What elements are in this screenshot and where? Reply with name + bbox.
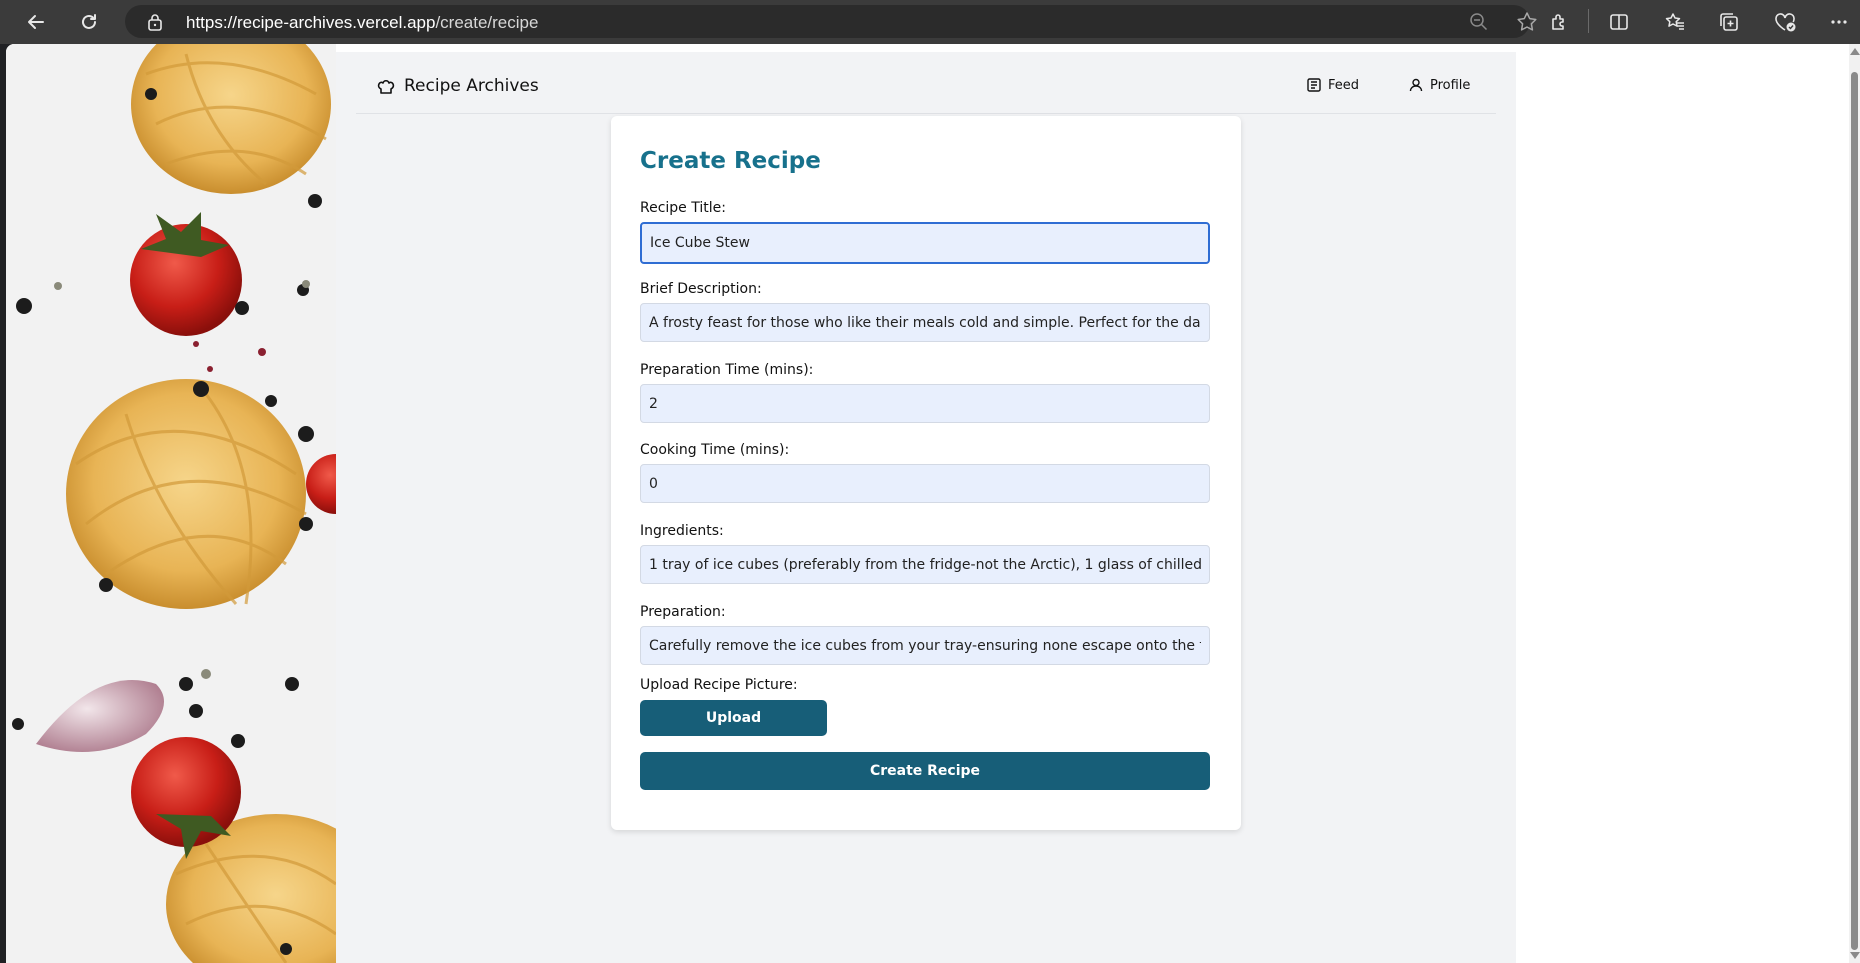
extensions-icon[interactable] bbox=[1543, 6, 1575, 38]
create-recipe-form: Create Recipe Recipe Title: Brief Descri… bbox=[611, 116, 1241, 830]
cook-time-input[interactable] bbox=[640, 464, 1210, 503]
upload-button[interactable]: Upload bbox=[640, 700, 827, 736]
lock-icon[interactable] bbox=[147, 13, 163, 36]
nav-profile-label: Profile bbox=[1430, 77, 1471, 93]
brand-link[interactable]: Recipe Archives bbox=[376, 76, 539, 96]
refresh-icon bbox=[82, 14, 96, 29]
split-screen-icon[interactable] bbox=[1603, 6, 1635, 38]
app-header: Recipe Archives Feed Profile bbox=[356, 52, 1496, 114]
ingredients-label: Ingredients: bbox=[640, 523, 724, 539]
url-path: /create/recipe bbox=[435, 13, 539, 32]
url-host: https://recipe-archives.vercel.app bbox=[186, 13, 436, 32]
browser-toolbar: https://recipe-archives.vercel.app/creat… bbox=[0, 0, 1860, 44]
description-input[interactable] bbox=[640, 303, 1210, 342]
preparation-input[interactable] bbox=[640, 626, 1210, 665]
scroll-down-arrow[interactable] bbox=[1850, 952, 1860, 959]
url-text[interactable]: https://recipe-archives.vercel.app/creat… bbox=[186, 13, 538, 33]
recipe-title-input[interactable] bbox=[640, 222, 1210, 264]
prep-time-label: Preparation Time (mins): bbox=[640, 362, 814, 378]
zoom-out-icon[interactable] bbox=[1469, 12, 1489, 37]
decorative-food-image bbox=[6, 44, 336, 963]
prep-time-input[interactable] bbox=[640, 384, 1210, 423]
collections-icon[interactable] bbox=[1713, 6, 1745, 38]
refresh-button[interactable] bbox=[69, 2, 109, 42]
brand-name: Recipe Archives bbox=[404, 76, 539, 96]
page-title: Create Recipe bbox=[640, 148, 821, 174]
cook-time-label: Cooking Time (mins): bbox=[640, 442, 790, 458]
scroll-thumb[interactable] bbox=[1851, 72, 1858, 950]
back-icon bbox=[28, 15, 44, 29]
preparation-label: Preparation: bbox=[640, 604, 726, 620]
nav-feed-label: Feed bbox=[1328, 77, 1360, 93]
scroll-up-arrow[interactable] bbox=[1850, 48, 1860, 55]
profile-icon bbox=[1409, 78, 1423, 92]
favorite-star-icon[interactable] bbox=[1516, 11, 1538, 38]
feed-icon bbox=[1307, 78, 1321, 92]
browser-essentials-icon[interactable] bbox=[1769, 6, 1801, 38]
toolbar-separator bbox=[1588, 9, 1589, 33]
back-button[interactable] bbox=[16, 2, 56, 42]
description-label: Brief Description: bbox=[640, 281, 762, 297]
nav-profile-link[interactable]: Profile bbox=[1408, 77, 1470, 93]
more-icon[interactable] bbox=[1823, 6, 1855, 38]
nav-feed-link[interactable]: Feed bbox=[1306, 77, 1359, 93]
chef-hat-icon bbox=[377, 79, 395, 94]
page-viewport: Recipe Archives Feed Profile Create Reci… bbox=[6, 44, 1849, 963]
app-container: Recipe Archives Feed Profile Create Reci… bbox=[336, 52, 1516, 963]
upload-label: Upload Recipe Picture: bbox=[640, 677, 798, 693]
ingredients-input[interactable] bbox=[640, 545, 1210, 584]
favorites-icon[interactable] bbox=[1659, 6, 1691, 38]
create-recipe-button[interactable]: Create Recipe bbox=[640, 752, 1210, 790]
recipe-title-label: Recipe Title: bbox=[640, 200, 726, 216]
address-bar[interactable]: https://recipe-archives.vercel.app/creat… bbox=[125, 5, 1537, 38]
